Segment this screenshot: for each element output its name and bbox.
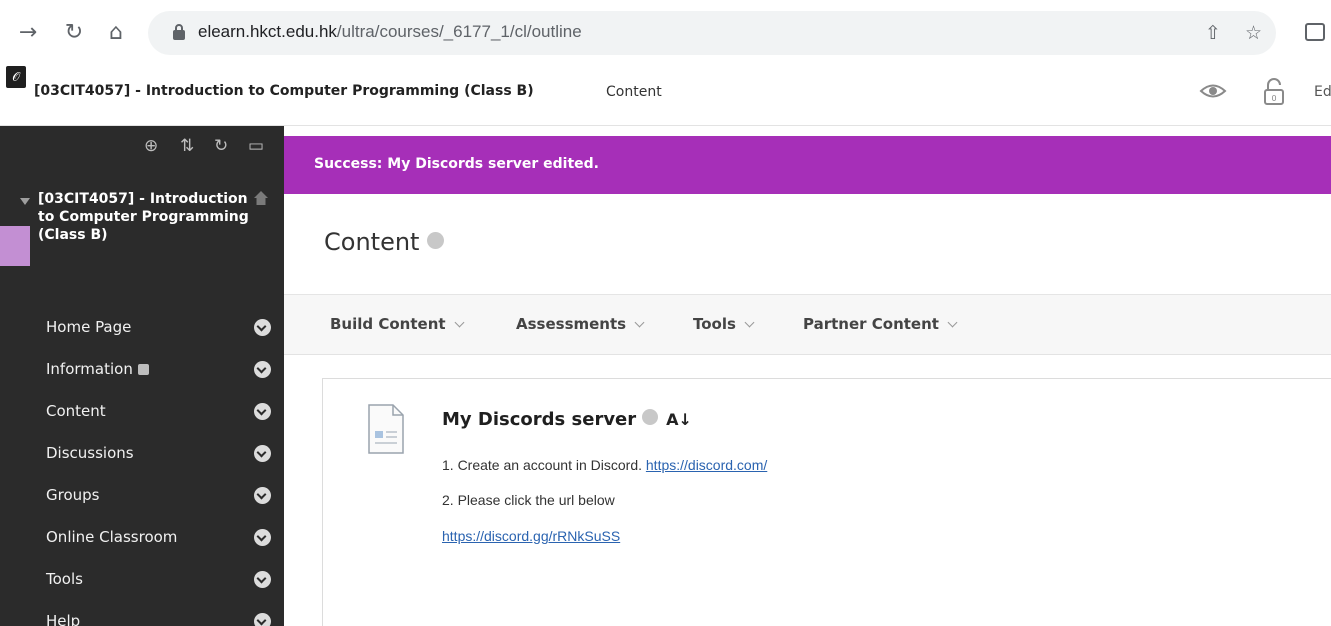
content-item-step-1: 1. Create an account in Discord. https:/… xyxy=(442,457,767,473)
unlock-icon[interactable]: 0 xyxy=(1263,78,1285,106)
chevron-down-icon xyxy=(634,317,645,328)
chevron-down-icon[interactable] xyxy=(254,361,271,378)
content-item-step-2: 2. Please click the url below xyxy=(442,492,615,508)
expand-triangle-icon[interactable] xyxy=(20,198,30,205)
collapse-menu-handle[interactable] xyxy=(0,226,30,266)
sidebar-item-groups[interactable]: Groups xyxy=(0,474,284,516)
address-bar[interactable]: elearn.hkct.edu.hk/ultra/courses/_6177_1… xyxy=(148,11,1276,55)
sidebar-item-help[interactable]: Help xyxy=(0,600,284,626)
edit-mode-label[interactable]: Ed xyxy=(1314,84,1331,100)
url-host: elearn.hkct.edu.hk xyxy=(198,22,337,41)
sidebar-item-label: Content xyxy=(46,402,106,420)
student-preview-icon[interactable] xyxy=(1199,80,1227,102)
partner-content-menu[interactable]: Partner Content xyxy=(803,315,958,333)
course-header: 𝒪 [03CIT4057] - Introduction to Computer… xyxy=(0,66,1331,126)
sidebar-item-discussions[interactable]: Discussions xyxy=(0,432,284,474)
sidebar-item-label: Tools xyxy=(46,570,83,588)
home-icon[interactable] xyxy=(253,190,269,206)
folder-view-icon[interactable]: ▭ xyxy=(248,136,264,156)
chevron-down-icon xyxy=(744,317,755,328)
content-list: My Discords server A↓ 1. Create an accoun… xyxy=(322,378,1331,626)
star-icon[interactable]: ☆ xyxy=(1245,22,1262,44)
assessments-label: Assessments xyxy=(516,315,627,333)
page-title-text: Content xyxy=(324,228,420,256)
success-message: Success: My Discords server edited. xyxy=(314,156,599,172)
build-content-label: Build Content xyxy=(330,315,446,333)
chevron-down-icon[interactable] xyxy=(254,487,271,504)
chevron-down-icon xyxy=(454,317,464,328)
add-menu-item-icon[interactable]: ⊕ xyxy=(144,136,158,156)
sidebar-item-information[interactable]: Information xyxy=(0,348,284,390)
browser-toolbar: → ↻ ⌂ elearn.hkct.edu.hk/ultra/courses/_… xyxy=(0,0,1331,66)
document-icon xyxy=(368,404,404,454)
sidebar-item-content[interactable]: Content xyxy=(0,390,284,432)
content-action-bar: Build Content Assessments Tools Partner … xyxy=(284,295,1331,355)
chevron-down-icon[interactable] xyxy=(254,403,271,420)
sidebar-item-label: Home Page xyxy=(46,318,132,336)
course-menu: ⊕ ⇅ ↻ ▭ [03CIT4057] - Introduction to Co… xyxy=(0,126,284,626)
sidebar-item-label: Information xyxy=(46,360,149,378)
content-item-title-text[interactable]: My Discords server xyxy=(442,409,636,430)
content-item-invite: https://discord.gg/rRNkSuSS xyxy=(442,528,620,544)
discord-invite-link[interactable]: https://discord.gg/rRNkSuSS xyxy=(442,528,620,544)
chevron-down-icon[interactable] xyxy=(642,409,659,425)
edit-mode-icon[interactable]: 𝒪 xyxy=(6,66,26,88)
chevron-down-icon[interactable] xyxy=(254,445,271,462)
chevron-down-icon[interactable] xyxy=(254,613,271,626)
reload-icon[interactable]: ↻ xyxy=(60,18,88,48)
breadcrumb-content[interactable]: Content xyxy=(606,84,662,100)
chevron-down-icon[interactable] xyxy=(254,529,271,546)
course-menu-course-name[interactable]: [03CIT4057] - Introduction to Computer P… xyxy=(38,190,258,244)
url-text: elearn.hkct.edu.hk/ultra/courses/_6177_1… xyxy=(198,22,582,42)
build-content-menu[interactable]: Build Content xyxy=(330,315,464,333)
chevron-down-icon[interactable] xyxy=(254,571,271,588)
share-icon[interactable]: ⇧ xyxy=(1205,22,1221,44)
assessments-menu[interactable]: Assessments xyxy=(516,315,645,333)
forward-arrow-icon[interactable]: → xyxy=(14,18,42,48)
page-title: Content xyxy=(324,228,445,256)
tools-menu[interactable]: Tools xyxy=(693,315,755,333)
sidebar-item-label: Help xyxy=(46,612,81,626)
reorder-icon[interactable]: ⇅ xyxy=(180,136,194,156)
extension-icon[interactable] xyxy=(1305,23,1325,41)
sidebar-item-tools[interactable]: Tools xyxy=(0,558,284,600)
chevron-down-icon xyxy=(947,317,958,328)
discord-home-link[interactable]: https://discord.com/ xyxy=(646,457,767,473)
partner-content-label: Partner Content xyxy=(803,315,939,333)
course-menu-tools: ⊕ ⇅ ↻ ▭ xyxy=(0,136,284,164)
sidebar-item-label: Groups xyxy=(46,486,100,504)
step-1-text: 1. Create an account in Discord. xyxy=(442,457,642,473)
sidebar-item-label-text: Information xyxy=(46,360,133,378)
home-icon[interactable]: ⌂ xyxy=(102,18,130,48)
url-path: /ultra/courses/_6177_1/cl/outline xyxy=(336,22,582,41)
chevron-down-icon[interactable] xyxy=(254,319,271,336)
svg-text:0: 0 xyxy=(1271,94,1276,103)
sidebar-item-home-page[interactable]: Home Page xyxy=(0,306,284,348)
sidebar-item-label: Discussions xyxy=(46,444,134,462)
sidebar-item-label: Online Classroom xyxy=(46,528,178,546)
success-receipt-banner: Success: My Discords server edited. xyxy=(284,136,1331,194)
refresh-icon[interactable]: ↻ xyxy=(214,136,228,156)
chevron-down-icon[interactable] xyxy=(427,232,445,249)
alternative-formats-icon[interactable]: A↓ xyxy=(666,410,692,429)
tools-label: Tools xyxy=(693,315,736,333)
hidden-item-icon xyxy=(137,364,149,375)
course-title[interactable]: [03CIT4057] - Introduction to Computer P… xyxy=(34,83,534,99)
lock-icon xyxy=(173,24,185,40)
content-item-title: My Discords server A↓ xyxy=(442,409,692,430)
sidebar-item-online-classroom[interactable]: Online Classroom xyxy=(0,516,284,558)
